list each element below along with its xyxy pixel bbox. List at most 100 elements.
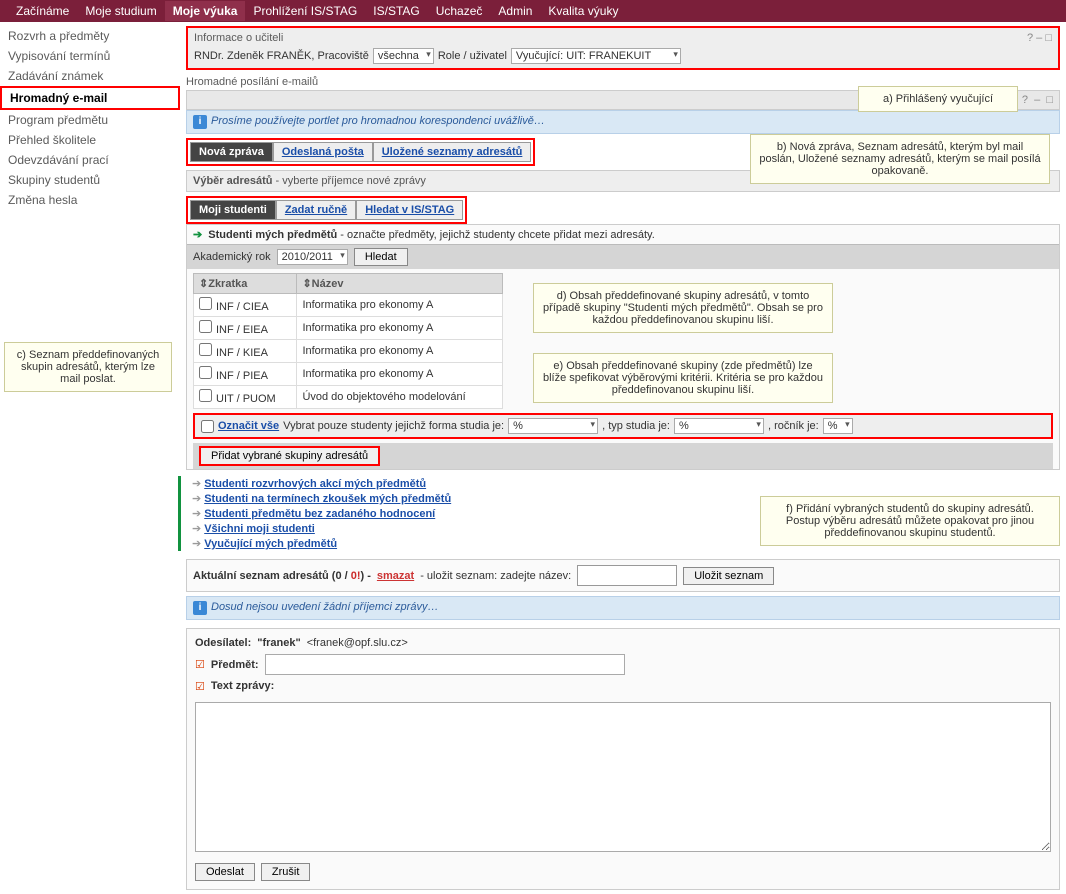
tab-ulozene[interactable]: Uložené seznamy adresátů — [373, 142, 532, 162]
group-link[interactable]: Studenti předmětu bez zadaného hodnocení — [204, 508, 435, 520]
tab-odeslana[interactable]: Odeslaná pošta — [273, 142, 373, 162]
group-link[interactable]: Studenti na termínech zkoušek mých předm… — [204, 493, 451, 505]
info-icon: i — [193, 601, 207, 615]
nav-zaciname[interactable]: Začínáme — [8, 1, 77, 21]
year-row: Akademický rok 2010/2011 Hledat — [187, 244, 1059, 269]
filter-row: Označit vše Vybrat pouze studenty jejich… — [193, 413, 1053, 439]
callout-d: d) Obsah předdefinované skupiny adresátů… — [533, 283, 833, 333]
no-recipients-info: iDosud nejsou uvedení žádní příjemci zpr… — [186, 596, 1060, 620]
group-link[interactable]: Všichni moji studenti — [204, 523, 315, 535]
year-label: Akademický rok — [193, 251, 271, 263]
callout-f: f) Přidání vybraných studentů do skupiny… — [760, 496, 1060, 546]
side-rozvrh[interactable]: Rozvrh a předměty — [0, 26, 180, 46]
subjects-table-wrap: ⇕Zkratka ⇕Název INF / CIEAInformatika pr… — [193, 273, 1053, 409]
subjects-table: ⇕Zkratka ⇕Název INF / CIEAInformatika pr… — [193, 273, 503, 409]
table-row: INF / KIEAInformatika pro ekonomy A — [194, 340, 503, 363]
tab-zadat-rucne[interactable]: Zadat ručně — [276, 200, 356, 220]
workplace-select[interactable]: všechna — [373, 48, 434, 64]
select-all-checkbox[interactable] — [201, 420, 214, 433]
list-name-input[interactable] — [577, 565, 677, 586]
nav-moje-vyuka[interactable]: Moje výuka — [165, 1, 246, 21]
body-textarea[interactable] — [195, 702, 1051, 852]
tab-nova-zprava[interactable]: Nová zpráva — [190, 142, 273, 162]
arrow-icon: ➔ — [192, 508, 201, 520]
arrow-icon: ➔ — [192, 538, 201, 550]
body-label: Text zprávy: — [211, 680, 274, 692]
filter-label2: , typ studia je: — [602, 420, 670, 432]
from-email: <franek@opf.slu.cz> — [307, 637, 408, 649]
arrow-icon: ➔ — [192, 523, 201, 535]
tabs-recipients: Moji studenti Zadat ručně Hledat v IS/ST… — [186, 196, 467, 224]
groups-list: ➔Studenti rozvrhových akcí mých předmětů… — [178, 476, 1060, 551]
info-icon: i — [193, 115, 207, 129]
side-prehled[interactable]: Přehled školitele — [0, 130, 180, 150]
row-checkbox[interactable] — [199, 320, 212, 333]
subject-input[interactable] — [265, 654, 625, 675]
row-checkbox[interactable] — [199, 389, 212, 402]
rocnik-select[interactable]: % — [823, 418, 853, 434]
add-selected-button[interactable]: Přidat vybrané skupiny adresátů — [199, 446, 380, 466]
send-button[interactable]: Odeslat — [195, 863, 255, 881]
callout-c: c) Seznam předdefinovaných skupin adresá… — [4, 342, 172, 392]
add-row: Přidat vybrané skupiny adresátů — [193, 443, 1053, 469]
nav-prohlizeni[interactable]: Prohlížení IS/STAG — [245, 1, 365, 21]
teacher-name: RNDr. Zdeněk FRANĚK, Pracoviště — [194, 50, 369, 62]
teacher-title: Informace o učiteli — [194, 32, 283, 44]
nav-admin[interactable]: Admin — [490, 1, 540, 21]
filter-label1: Vybrat pouze studenty jejichž forma stud… — [283, 420, 504, 432]
callout-a: a) Přihlášený vyučující — [858, 86, 1018, 112]
students-line: ➔ Studenti mých předmětů - označte předm… — [187, 225, 1059, 244]
top-nav: Začínáme Moje studium Moje výuka Prohlíž… — [0, 0, 1066, 22]
nav-isstag[interactable]: IS/STAG — [365, 1, 427, 21]
select-all-link[interactable]: Označit vše — [218, 420, 279, 432]
tab-moji-studenti[interactable]: Moji studenti — [190, 200, 276, 220]
typ-select[interactable]: % — [674, 418, 764, 434]
role-select[interactable]: Vyučující: UIT: FRANEKUIT — [511, 48, 681, 64]
main-content: Informace o učiteli ? – □ RNDr. Zdeněk F… — [180, 22, 1066, 894]
nav-kvalita[interactable]: Kvalita výuky — [540, 1, 626, 21]
students-block: ➔ Studenti mých předmětů - označte předm… — [186, 224, 1060, 470]
nav-moje-studium[interactable]: Moje studium — [77, 1, 164, 21]
role-label: Role / uživatel — [438, 50, 507, 62]
side-terminy[interactable]: Vypisování termínů — [0, 46, 180, 66]
recipients-summary: Aktuální seznam adresátů (0 / 0!) - smaz… — [186, 559, 1060, 592]
side-email[interactable]: Hromadný e-mail — [0, 86, 180, 110]
row-checkbox[interactable] — [199, 297, 212, 310]
subject-label: Předmět: — [211, 659, 259, 671]
save-label: - uložit seznam: zadejte název: — [420, 570, 571, 582]
group-link[interactable]: Studenti rozvrhových akcí mých předmětů — [204, 478, 426, 490]
group-link[interactable]: Vyučující mých předmětů — [204, 538, 337, 550]
side-odevzdani[interactable]: Odevzdávání prací — [0, 150, 180, 170]
win-controls-2[interactable]: ? – □ — [1022, 94, 1053, 106]
th-nazev[interactable]: ⇕Název — [297, 274, 503, 294]
search-button[interactable]: Hledat — [354, 248, 408, 266]
year-select[interactable]: 2010/2011 — [277, 249, 348, 265]
save-list-button[interactable]: Uložit seznam — [683, 567, 774, 585]
from-name: "franek" — [257, 637, 300, 649]
callout-b: b) Nová zpráva, Seznam adresátů, kterým … — [750, 134, 1050, 184]
row-checkbox[interactable] — [199, 366, 212, 379]
required-icon: ☑ — [195, 680, 205, 693]
cancel-button[interactable]: Zrušit — [261, 863, 311, 881]
compose-block: Odesílatel: "franek" <franek@opf.slu.cz>… — [186, 628, 1060, 890]
forma-select[interactable]: % — [508, 418, 598, 434]
th-zkratka[interactable]: ⇕Zkratka — [194, 274, 297, 294]
table-row: INF / PIEAInformatika pro ekonomy A — [194, 363, 503, 386]
side-heslo[interactable]: Změna hesla — [0, 190, 180, 210]
side-znamky[interactable]: Zadávání známek — [0, 66, 180, 86]
tabs-main: Nová zpráva Odeslaná pošta Uložené sezna… — [186, 138, 535, 166]
tab-hledat[interactable]: Hledat v IS/STAG — [356, 200, 463, 220]
required-icon: ☑ — [195, 658, 205, 671]
arrow-icon: ➔ — [192, 493, 201, 505]
side-skupiny[interactable]: Skupiny studentů — [0, 170, 180, 190]
table-row: INF / EIEAInformatika pro ekonomy A — [194, 317, 503, 340]
arrow-icon: ➔ — [193, 229, 202, 241]
delete-list-link[interactable]: smazat — [377, 570, 414, 582]
nav-uchazec[interactable]: Uchazeč — [428, 1, 491, 21]
row-checkbox[interactable] — [199, 343, 212, 356]
win-controls[interactable]: ? – □ — [1027, 32, 1052, 44]
side-program[interactable]: Program předmětu — [0, 110, 180, 130]
sidebar: Rozvrh a předměty Vypisování termínů Zad… — [0, 22, 180, 894]
table-row: UIT / PUOMÚvod do objektového modelování — [194, 386, 503, 409]
info-banner: iProsíme používejte portlet pro hromadno… — [186, 110, 1060, 134]
